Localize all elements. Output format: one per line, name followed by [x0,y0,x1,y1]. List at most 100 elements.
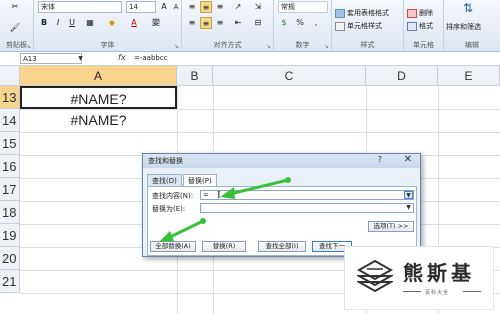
number-group-label: 数字 [295,41,310,49]
find-label: 查找内容(N): [152,192,194,200]
format-as-table-button[interactable]: 套用表格格式 [335,8,389,18]
select-all-corner[interactable] [0,66,20,86]
name-box-dropdown-icon[interactable]: ▼ [76,55,85,63]
phonetic-icon[interactable]: 變 [150,17,162,29]
row-header-21[interactable]: 21 [0,270,20,293]
help-button[interactable]: ? [378,155,382,164]
editing-group: ⇅ 排序和筛选 编辑 [444,0,500,52]
row-header-17[interactable]: 17 [0,178,20,201]
row-header-15[interactable]: 15 [0,132,20,155]
dialog-title: 查找和替换 [148,157,183,165]
styles-group: 套用表格格式 单元格样式 样式 [332,0,404,52]
column-header-b[interactable]: B [177,66,213,86]
format-icon [407,21,417,31]
clipboard-group: ✂ 🖌 剪贴板 ↘ [0,0,34,52]
wrap-text-icon[interactable]: ⇲ [252,1,264,13]
shrink-font-icon[interactable]: A [170,1,182,13]
align-bottom-icon[interactable]: ≡ [214,1,226,13]
delete-label: 删除 [419,9,433,17]
font-launcher-icon[interactable]: ↘ [174,43,179,50]
find-input[interactable]: = ▼ [200,190,414,200]
format-painter-icon[interactable]: 🖌 [8,22,22,34]
column-header-a[interactable]: A [20,66,177,86]
align-right-icon[interactable]: ≡ [214,17,226,29]
currency-icon[interactable]: $ [278,17,290,29]
font-group: 宋体 14 A A B I U ▦ ◆ A 變 字体 ↘ [34,0,182,52]
clipboard-launcher-icon[interactable]: ↘ [26,43,31,50]
column-header-e[interactable]: E [438,66,500,86]
options-button[interactable]: 选项(T) >> [368,221,414,232]
sort-filter-label[interactable]: 排序和筛选 [446,22,481,32]
format-button[interactable]: 格式 [407,21,433,31]
find-replace-dialog: 查找和替换 ? ✕ 查找(D) 替换(P) 查找内容(N): = ▼ 替换为(E… [142,153,421,257]
watermark-tagline: 百科大全 [425,290,450,296]
alignment-group: ≡ ≡ ≡ ↗ ⇲ ≡ ≡ ≡ ⇤ ⊟ 对齐方式 ↘ [182,0,274,52]
align-middle-icon[interactable]: ≡ [200,1,212,13]
ribbon: ✂ 🖌 剪贴板 ↘ 宋体 14 A A B I U ▦ ◆ A 變 字体 ↘ ≡… [0,0,500,52]
replace-button[interactable]: 替换(R) [202,241,246,252]
cells-group: 删除 格式 单元格 [404,0,444,52]
replace-input[interactable]: ▼ [200,203,414,213]
find-all-button[interactable]: 查找全部(I) [258,241,306,252]
watermark-rule [463,291,481,292]
bold-button[interactable]: B [38,17,50,29]
align-top-icon[interactable]: ≡ [186,1,198,13]
formula-input[interactable]: =-aabbcc [134,54,168,62]
number-format-select[interactable]: 常规 [278,1,328,13]
underline-button[interactable]: U [66,17,78,29]
alignment-launcher-icon[interactable]: ↘ [266,43,271,50]
orientation-icon[interactable]: ↗ [232,1,244,13]
align-center-icon[interactable]: ≡ [200,17,212,29]
cell-a13[interactable]: #NAME? [20,86,177,109]
table-icon [335,8,345,18]
replace-dropdown-icon[interactable]: ▼ [404,204,413,212]
name-box[interactable]: A13 [20,53,82,64]
font-size-select[interactable]: 14 [126,1,156,13]
watermark-rule [403,291,421,292]
number-launcher-icon[interactable]: ↘ [324,43,329,50]
column-header-d[interactable]: D [366,66,438,86]
row-header-14[interactable]: 14 [0,109,20,132]
font-group-label: 字体 [100,41,115,49]
editing-group-label: 编辑 [465,41,479,49]
grow-font-icon[interactable]: A [158,1,170,13]
fill-color-icon[interactable]: ◆ [106,17,118,29]
cut-icon[interactable]: ✂ [8,1,22,15]
font-name-select[interactable]: 宋体 [38,1,122,13]
sort-filter-icon[interactable]: ⇅ [460,2,476,18]
cell-a14[interactable]: #NAME? [20,109,177,132]
border-icon[interactable]: ▦ [84,17,96,29]
font-color-icon[interactable]: A [128,17,140,29]
watermark-brand: 熊斯基 [403,261,475,285]
row-header-13[interactable]: 13 [0,86,20,109]
cells-group-label: 单元格 [413,41,434,49]
delete-icon [407,8,417,18]
italic-button[interactable]: I [52,17,64,29]
text-cursor-icon: I [217,189,221,201]
tab-find[interactable]: 查找(D) [147,174,182,186]
number-group: 常规 $ % , 数字 ↘ [274,0,332,52]
row-header-20[interactable]: 20 [0,247,20,270]
format-label: 格式 [419,22,433,30]
percent-button[interactable]: % [294,17,306,29]
cell-styles-button[interactable]: 单元格样式 [335,21,382,31]
watermark-logo-icon [357,259,393,293]
close-button[interactable]: ✕ [404,154,412,165]
delete-button[interactable]: 删除 [407,8,433,18]
align-left-icon[interactable]: ≡ [186,17,198,29]
merge-center-icon[interactable]: ⊟ [252,17,264,29]
insert-function-button[interactable]: fx [118,53,126,62]
comma-style-icon[interactable]: , [310,17,322,29]
replace-label: 替换为(E): [152,205,186,213]
row-header-16[interactable]: 16 [0,155,20,178]
replace-all-button[interactable]: 全部替换(A) [150,241,196,252]
find-input-value: = [203,191,209,199]
find-dropdown-icon[interactable]: ▼ [404,191,413,199]
indent-icon[interactable]: ⇤ [232,17,244,29]
formula-bar: A13 ▼ fx =-aabbcc [0,52,500,66]
row-header-19[interactable]: 19 [0,224,20,247]
row-header-18[interactable]: 18 [0,201,20,224]
watermark: 熊斯基 百科大全 [344,246,494,310]
cell-styles-icon [335,21,345,31]
column-header-c[interactable]: C [213,66,366,86]
